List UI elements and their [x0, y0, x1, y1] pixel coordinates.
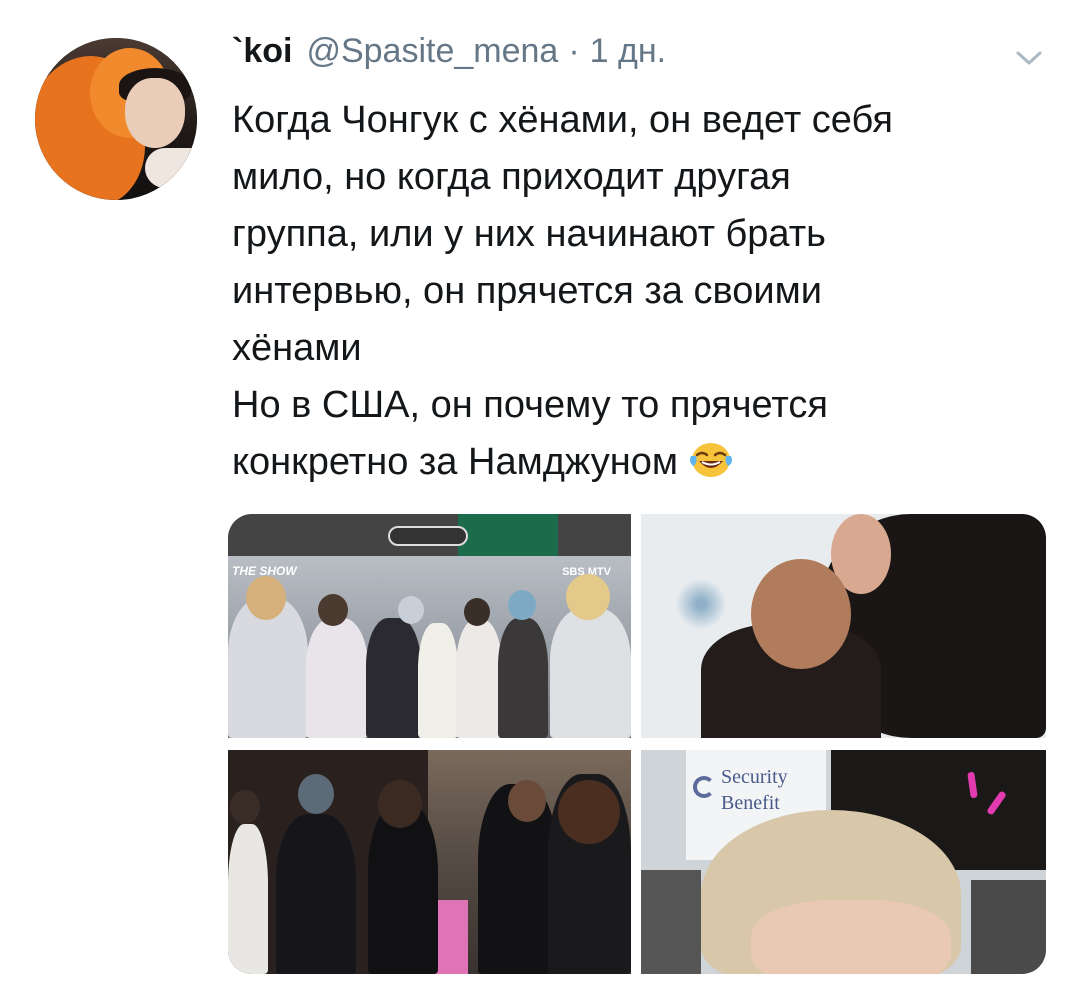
- tweet-header: `koi @Spasite_mena · 1 дн.: [232, 32, 666, 80]
- tweet-text: Когда Чонгук с хёнами, он ведет себя мил…: [232, 92, 1052, 491]
- media-photo-1[interactable]: THE SHOW SBS MTV: [228, 514, 631, 738]
- media-photo-3[interactable]: [228, 750, 631, 974]
- laughing-tears-emoji-icon: [689, 443, 732, 477]
- tweet-text-line: Когда Чонгук с хёнами, он ведет себя: [232, 99, 894, 141]
- tweet-text-line: Но в США, он почему то прячется: [232, 384, 828, 426]
- separator-dot: ·: [568, 32, 580, 70]
- tweet-text-line: конкретно за Намджуном: [232, 441, 678, 483]
- chevron-down-icon[interactable]: [1012, 46, 1046, 70]
- media-grid[interactable]: THE SHOW SBS MTV Security Benefit: [228, 514, 1046, 974]
- media-photo-2[interactable]: [641, 514, 1046, 738]
- media-photo-4[interactable]: Security Benefit: [641, 750, 1046, 974]
- banner-text: Security Benefit: [721, 766, 788, 814]
- tweet-text-line: группа, или у них начинают брать: [232, 213, 826, 255]
- tweet-text-line-last: конкретно за Намджуном: [232, 434, 1052, 491]
- tweet[interactable]: `koi @Spasite_mena · 1 дн. Когда Чонгук …: [0, 0, 1080, 994]
- display-name[interactable]: `koi: [232, 32, 292, 71]
- broadcast-badge: [388, 526, 468, 546]
- username-handle[interactable]: @Spasite_mena: [306, 32, 558, 71]
- avatar[interactable]: [35, 38, 197, 200]
- tweet-text-line: мило, но когда приходит другая: [232, 156, 791, 198]
- tweet-text-line: хёнами: [232, 327, 362, 369]
- tweet-text-line: интервью, он прячется за своими: [232, 270, 822, 312]
- timestamp[interactable]: 1 дн.: [590, 32, 666, 71]
